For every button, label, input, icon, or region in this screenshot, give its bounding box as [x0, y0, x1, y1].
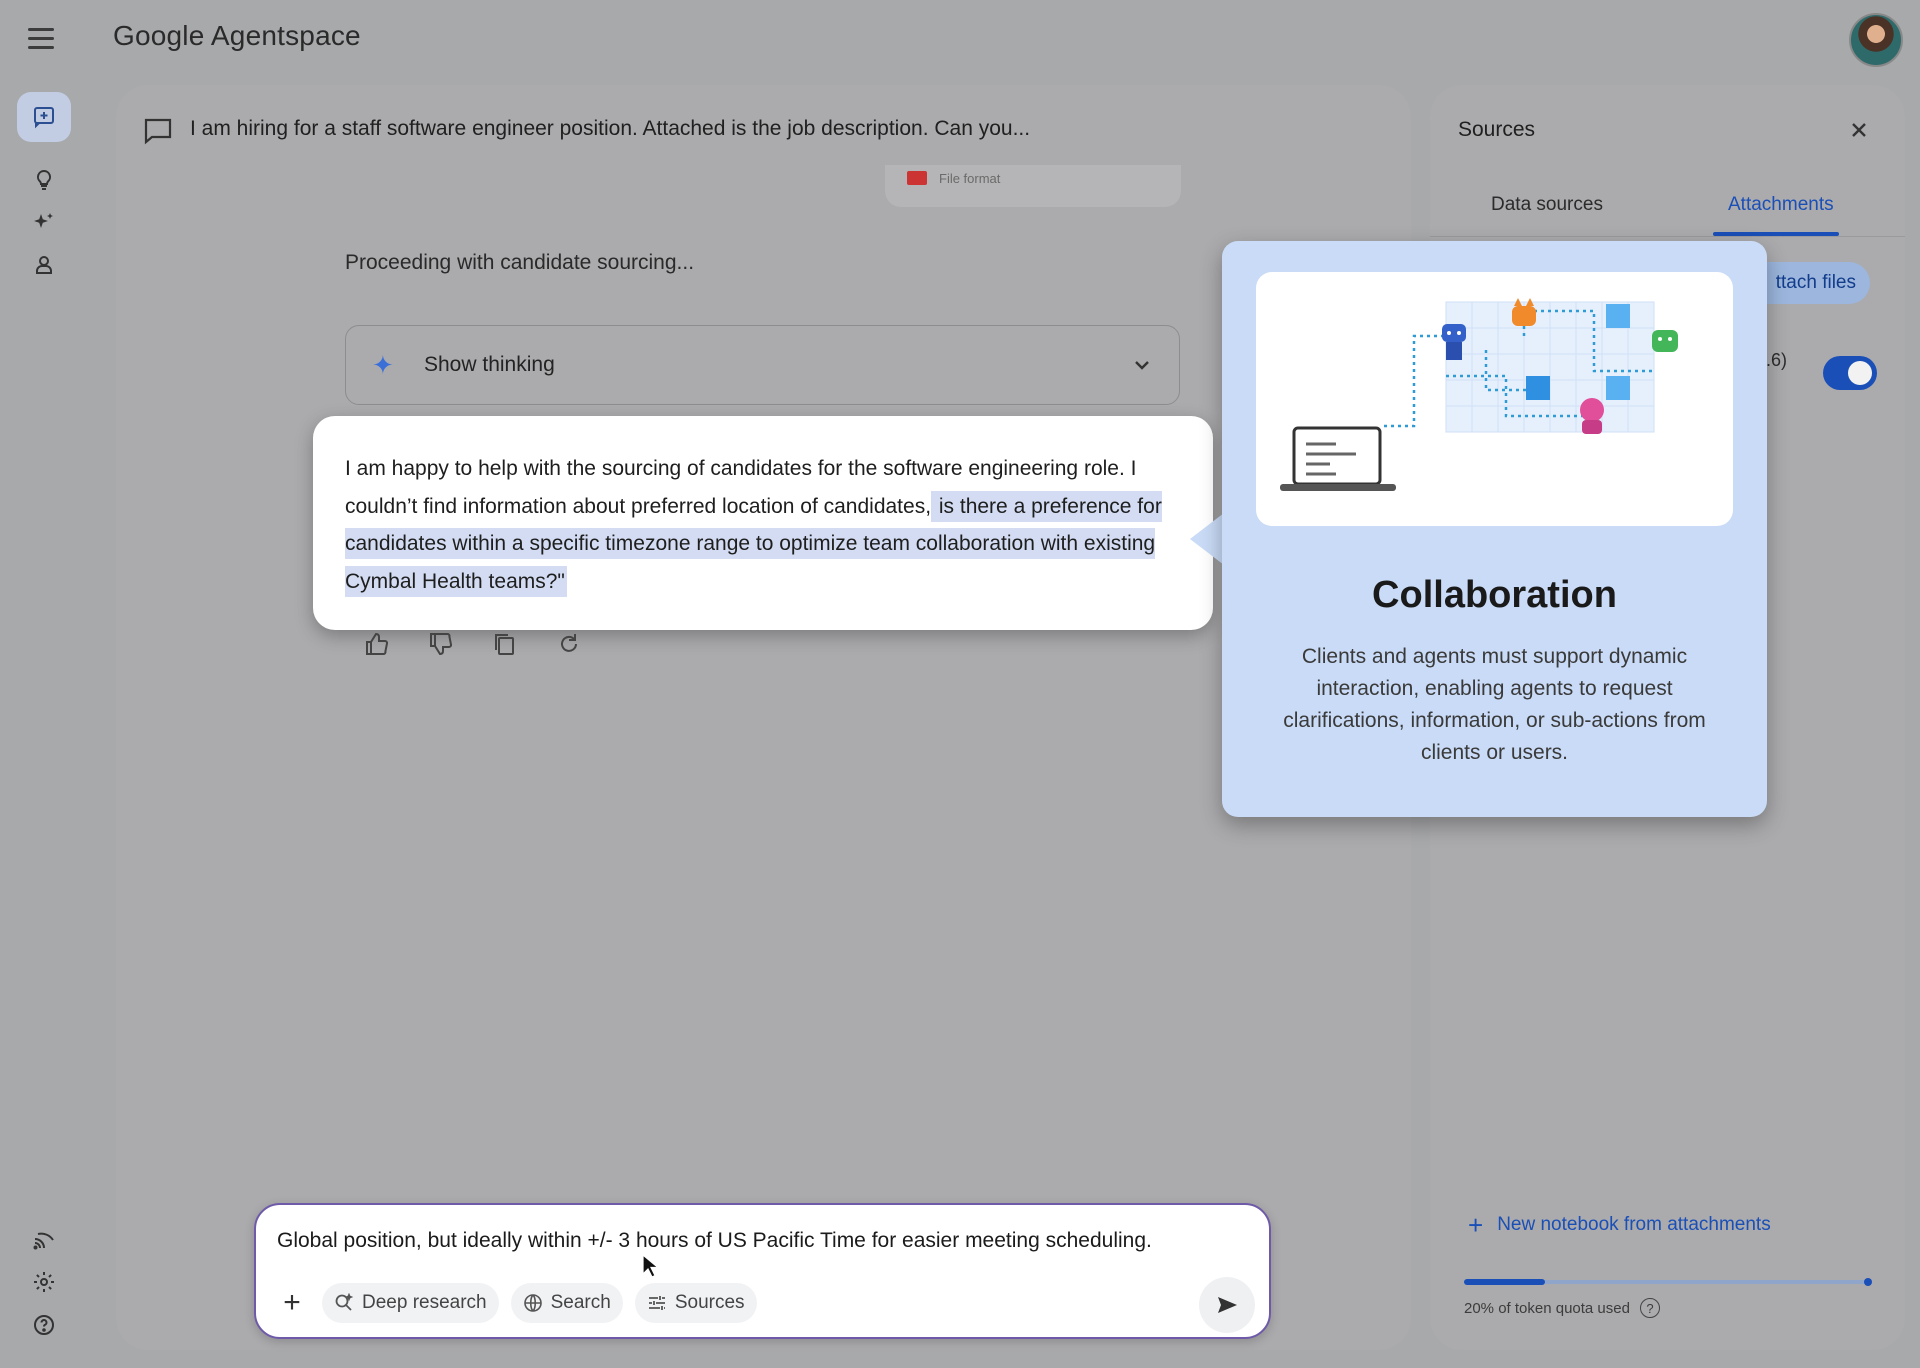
- file-type-icon: [907, 171, 927, 185]
- new-chat-button[interactable]: [17, 92, 71, 142]
- close-icon: [1852, 123, 1866, 137]
- regenerate-button[interactable]: [555, 630, 583, 658]
- mouse-cursor-icon: [641, 1253, 660, 1279]
- attached-file-chip[interactable]: File format: [885, 165, 1181, 207]
- plus-icon: +: [283, 1286, 301, 1319]
- collaboration-illustration: [1256, 272, 1733, 526]
- token-quota-text: 20% of token quota used: [1464, 1299, 1630, 1317]
- add-attachment-button[interactable]: +: [274, 1285, 310, 1321]
- popover-pointer: [1190, 513, 1224, 565]
- new-notebook-label: New notebook from attachments: [1497, 1214, 1771, 1235]
- blue-block: [1526, 376, 1550, 400]
- blue-block: [1606, 304, 1630, 328]
- deep-research-label: Deep research: [362, 1292, 487, 1313]
- show-thinking-toggle[interactable]: ✦ Show thinking: [345, 325, 1180, 405]
- green-robot: [1652, 330, 1678, 352]
- popover-description: Clients and agents must support dynamic …: [1283, 645, 1706, 764]
- refresh-icon: [561, 634, 577, 652]
- token-quota-info: 20% of token quota used ?: [1464, 1298, 1660, 1318]
- tab-attachments[interactable]: Attachments: [1728, 194, 1834, 216]
- status-message: Proceeding with candidate sourcing...: [345, 251, 695, 274]
- chat-title: I am hiring for a staff software enginee…: [190, 117, 1031, 140]
- laptop: [1280, 426, 1396, 491]
- search-label: Search: [550, 1292, 611, 1313]
- cast-icon: [33, 1232, 54, 1250]
- attachment-item-label: .6): [1766, 350, 1788, 370]
- tab-data-sources[interactable]: Data sources: [1491, 194, 1603, 216]
- thumbs-down-icon: [430, 633, 453, 656]
- thumbs-up-icon: [366, 632, 389, 655]
- settings-gear-icon: [34, 1272, 54, 1292]
- plus-icon: +: [1468, 1210, 1484, 1240]
- sources-label: Sources: [674, 1292, 745, 1313]
- help-icon: [34, 1315, 54, 1335]
- main-menu-icon[interactable]: [28, 28, 60, 52]
- tab-divider: [1430, 236, 1905, 237]
- lightbulb-icon: [36, 169, 52, 190]
- chat-bubble-icon: [143, 117, 173, 145]
- person-icon: [36, 256, 52, 274]
- copy-button[interactable]: [491, 630, 519, 658]
- attach-files-label: ttach files: [1775, 272, 1856, 293]
- prompt-input[interactable]: Global position, but ideally within +/- …: [277, 1229, 1152, 1253]
- token-quota-end-dot: [1864, 1278, 1872, 1286]
- globe-icon: [523, 1294, 542, 1312]
- blue-block: [1606, 376, 1630, 400]
- sparkle-agents-icon: [34, 213, 53, 228]
- attachment-toggle[interactable]: [1823, 356, 1877, 390]
- popover-title: Collaboration: [1372, 574, 1617, 616]
- prompt-composer[interactable]: Global position, but ideally within +/- …: [254, 1203, 1271, 1339]
- file-chip-label: File format: [939, 171, 1001, 186]
- help-button[interactable]: [17, 1300, 71, 1350]
- user-avatar[interactable]: [1849, 13, 1903, 67]
- copy-icon: [495, 634, 514, 655]
- search-button[interactable]: Search: [510, 1283, 623, 1323]
- thumbs-up-button[interactable]: [363, 630, 391, 658]
- help-icon[interactable]: ?: [1639, 1298, 1660, 1318]
- app-brand-title: Google Agentspace: [113, 20, 361, 51]
- active-tab-indicator: [1713, 232, 1839, 236]
- thumbs-down-button[interactable]: [427, 630, 455, 658]
- sources-button[interactable]: Sources: [634, 1283, 757, 1323]
- deep-research-icon: [335, 1293, 354, 1311]
- close-sources-button[interactable]: [1848, 119, 1870, 141]
- agent-response-card: I am happy to help with the sourcing of …: [313, 416, 1213, 630]
- deep-research-button[interactable]: Deep research: [322, 1283, 499, 1323]
- chevron-down-icon: [1135, 361, 1149, 370]
- send-button[interactable]: [1199, 1277, 1255, 1333]
- send-icon: [1218, 1297, 1237, 1313]
- new-chat-icon: [34, 107, 54, 129]
- new-notebook-button[interactable]: + New notebook from attachments: [1468, 1210, 1771, 1240]
- chat-panel: [116, 85, 1411, 1350]
- sparkle-icon: ✦: [372, 350, 394, 380]
- token-quota-fill: [1464, 1279, 1545, 1285]
- show-thinking-label: Show thinking: [424, 353, 555, 376]
- people-button[interactable]: [17, 240, 71, 290]
- pink-robot: [1580, 398, 1604, 434]
- sources-panel-title: Sources: [1458, 118, 1536, 141]
- tune-sliders-icon: [648, 1296, 665, 1310]
